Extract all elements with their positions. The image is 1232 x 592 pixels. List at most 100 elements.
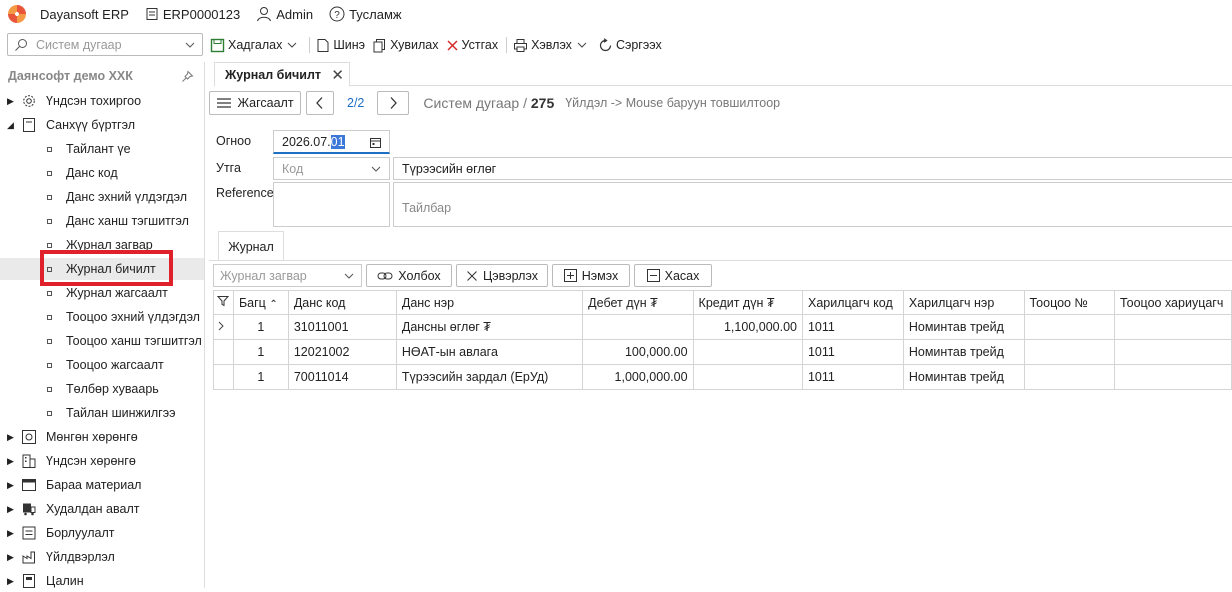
collapsed-arrow-icon[interactable]: ▶ [7,528,14,539]
settlement-no-cell[interactable] [1023,339,1115,365]
debit-cell[interactable]: 100,000.00 [582,339,694,365]
batch-cell[interactable]: 1 [232,364,289,390]
sidebar-submenu-item[interactable]: Данс код [0,162,204,184]
batch-cell[interactable]: 1 [232,339,289,365]
save-dropdown-icon[interactable] [286,39,298,51]
column-header-partner-name[interactable]: Харилцагч нэр [902,290,1025,315]
list-button[interactable]: Жагсаалт [209,91,301,115]
description-field[interactable]: Түрээсийн өглөг [393,157,1232,180]
collapsed-arrow-icon[interactable]: ▶ [7,432,14,443]
credit-cell[interactable] [692,364,803,390]
clear-button[interactable]: Цэвэрлэх [456,264,548,287]
credit-cell[interactable] [692,339,803,365]
partner-code-cell[interactable]: 1011 [801,314,904,340]
account-code-cell[interactable]: 31011001 [287,314,397,340]
sidebar-module-item[interactable]: ◢ Санхүү бүртгэл [0,114,204,136]
pin-icon[interactable] [181,70,194,83]
user-menu[interactable]: Admin [256,6,313,22]
collapsed-arrow-icon[interactable]: ▶ [7,552,14,563]
account-name-cell[interactable]: Түрээсийн зардал (ЕрУд) [395,364,584,390]
tab-journal-entry[interactable]: Журнал бичилт ✕ [214,62,350,87]
partner-name-cell[interactable]: Номинтав трейд [902,339,1025,365]
column-header-credit[interactable]: Кредит дүн ₮ [692,290,803,315]
partner-code-cell[interactable]: 1011 [801,364,904,390]
account-code-cell[interactable]: 70011014 [287,364,397,390]
code-select[interactable]: Код [273,157,390,180]
partner-code-cell[interactable]: 1011 [801,339,904,365]
delete-button[interactable]: Устгах [446,38,498,52]
column-header-settlement-no[interactable]: Тооцоо № [1023,290,1115,315]
note-field[interactable]: Тайлбар [393,182,1232,227]
help-button[interactable]: ? Тусламж [329,6,402,22]
column-header-account-code[interactable]: Данс код [287,290,397,315]
table-row[interactable]: 1 31011001 Дансны өглөг ₮ 1,100,000.00 1011 Н… [213,314,1232,340]
chevron-down-icon[interactable] [184,39,196,51]
expanded-arrow-icon[interactable]: ◢ [7,120,14,131]
sidebar-submenu-item[interactable]: Тооцоо ханш тэгшитгэл [0,330,204,352]
column-header-responsible[interactable]: Тооцоо хариуцагч [1113,290,1232,315]
print-dropdown-icon[interactable] [576,39,588,51]
sidebar-module-item[interactable]: ▶ Бараа материал [0,474,204,496]
collapsed-arrow-icon[interactable]: ▶ [7,480,14,491]
responsible-cell[interactable] [1113,314,1232,340]
credit-cell[interactable]: 1,100,000.00 [692,314,803,340]
sidebar-submenu-item[interactable]: Данс эхний үлдэгдэл [0,186,204,208]
copy-button[interactable]: Хувилах [372,38,439,53]
database-selector[interactable]: ERP0000123 [145,7,240,22]
add-row-button[interactable]: Нэмэх [552,264,630,287]
settlement-no-cell[interactable] [1023,314,1115,340]
current-row-indicator[interactable] [213,314,234,340]
link-button[interactable]: Холбох [366,264,452,287]
filter-header-cell[interactable] [213,290,234,315]
sidebar-module-item[interactable]: ▶ Борлуулалт [0,522,204,544]
sidebar-submenu-item[interactable]: Тооцоо жагсаалт [0,354,204,376]
debit-cell[interactable] [582,314,694,340]
collapsed-arrow-icon[interactable]: ▶ [7,96,14,107]
account-name-cell[interactable]: Дансны өглөг ₮ [395,314,584,340]
responsible-cell[interactable] [1113,339,1232,365]
collapsed-arrow-icon[interactable]: ▶ [7,456,14,467]
tab-journal[interactable]: Журнал [218,231,284,261]
account-code-cell[interactable]: 12021002 [287,339,397,365]
collapsed-arrow-icon[interactable]: ▶ [7,576,14,587]
save-button[interactable]: Хадгалах [210,38,301,53]
previous-record-button[interactable] [306,91,334,115]
partner-name-cell[interactable]: Номинтав трейд [902,314,1025,340]
close-tab-icon[interactable]: ✕ [331,66,344,84]
partner-name-cell[interactable]: Номинтав трейд [902,364,1025,390]
column-header-debit[interactable]: Дебет дүн ₮ [582,290,694,315]
responsible-cell[interactable] [1113,364,1232,390]
reference-field[interactable] [273,182,390,227]
sidebar-submenu-item[interactable]: Тооцоо эхний үлдэгдэл [0,306,204,328]
column-header-partner-code[interactable]: Харилцагч код [801,290,904,315]
remove-row-button[interactable]: Хасах [634,264,712,287]
sidebar-module-item[interactable]: ▶ Үндсэн хөрөнгө [0,450,204,472]
sidebar-module-item[interactable]: ▶ Худалдан авалт [0,498,204,520]
sidebar-module-item[interactable]: ▶ Цалин [0,570,204,592]
table-row[interactable]: 1 12021002 НӨАТ-ын авлага 100,000.00 1011 Ном… [213,339,1232,365]
column-header-account-name[interactable]: Данс нэр [395,290,584,315]
row-indicator[interactable] [213,339,234,365]
sidebar-submenu-item[interactable]: Тайлант үе [0,138,204,160]
sidebar-submenu-item[interactable]: Данс ханш тэгшитгэл [0,210,204,232]
sidebar-submenu-item[interactable]: Төлбөр хуваарь [0,378,204,400]
print-button[interactable]: Хэвлэх [513,38,591,53]
settlement-no-cell[interactable] [1023,364,1115,390]
sidebar-module-item[interactable]: ▶ Үндсэн тохиргоо [0,90,204,112]
journal-template-select[interactable]: Журнал загвар [213,264,362,287]
debit-cell[interactable]: 1,000,000.00 [582,364,694,390]
date-field[interactable]: 2026.07. 01 [273,130,390,154]
sidebar-submenu-item[interactable]: Тайлан шинжилгээ [0,402,204,424]
batch-cell[interactable]: 1 [232,314,289,340]
new-button[interactable]: Шинэ [316,38,365,53]
next-record-button[interactable] [377,91,410,115]
calendar-icon[interactable] [369,136,382,149]
refresh-button[interactable]: Сэргээх [598,37,662,53]
system-number-search[interactable]: Систем дугаар [7,33,203,56]
sidebar-module-item[interactable]: ▶ Мөнгөн хөрөнгө [0,426,204,448]
column-header-batch[interactable]: Багц ⌃ [232,290,289,315]
collapsed-arrow-icon[interactable]: ▶ [7,504,14,515]
row-indicator[interactable] [213,364,234,390]
sidebar-module-item[interactable]: ▶ Үйлдвэрлэл [0,546,204,568]
account-name-cell[interactable]: НӨАТ-ын авлага [395,339,584,365]
